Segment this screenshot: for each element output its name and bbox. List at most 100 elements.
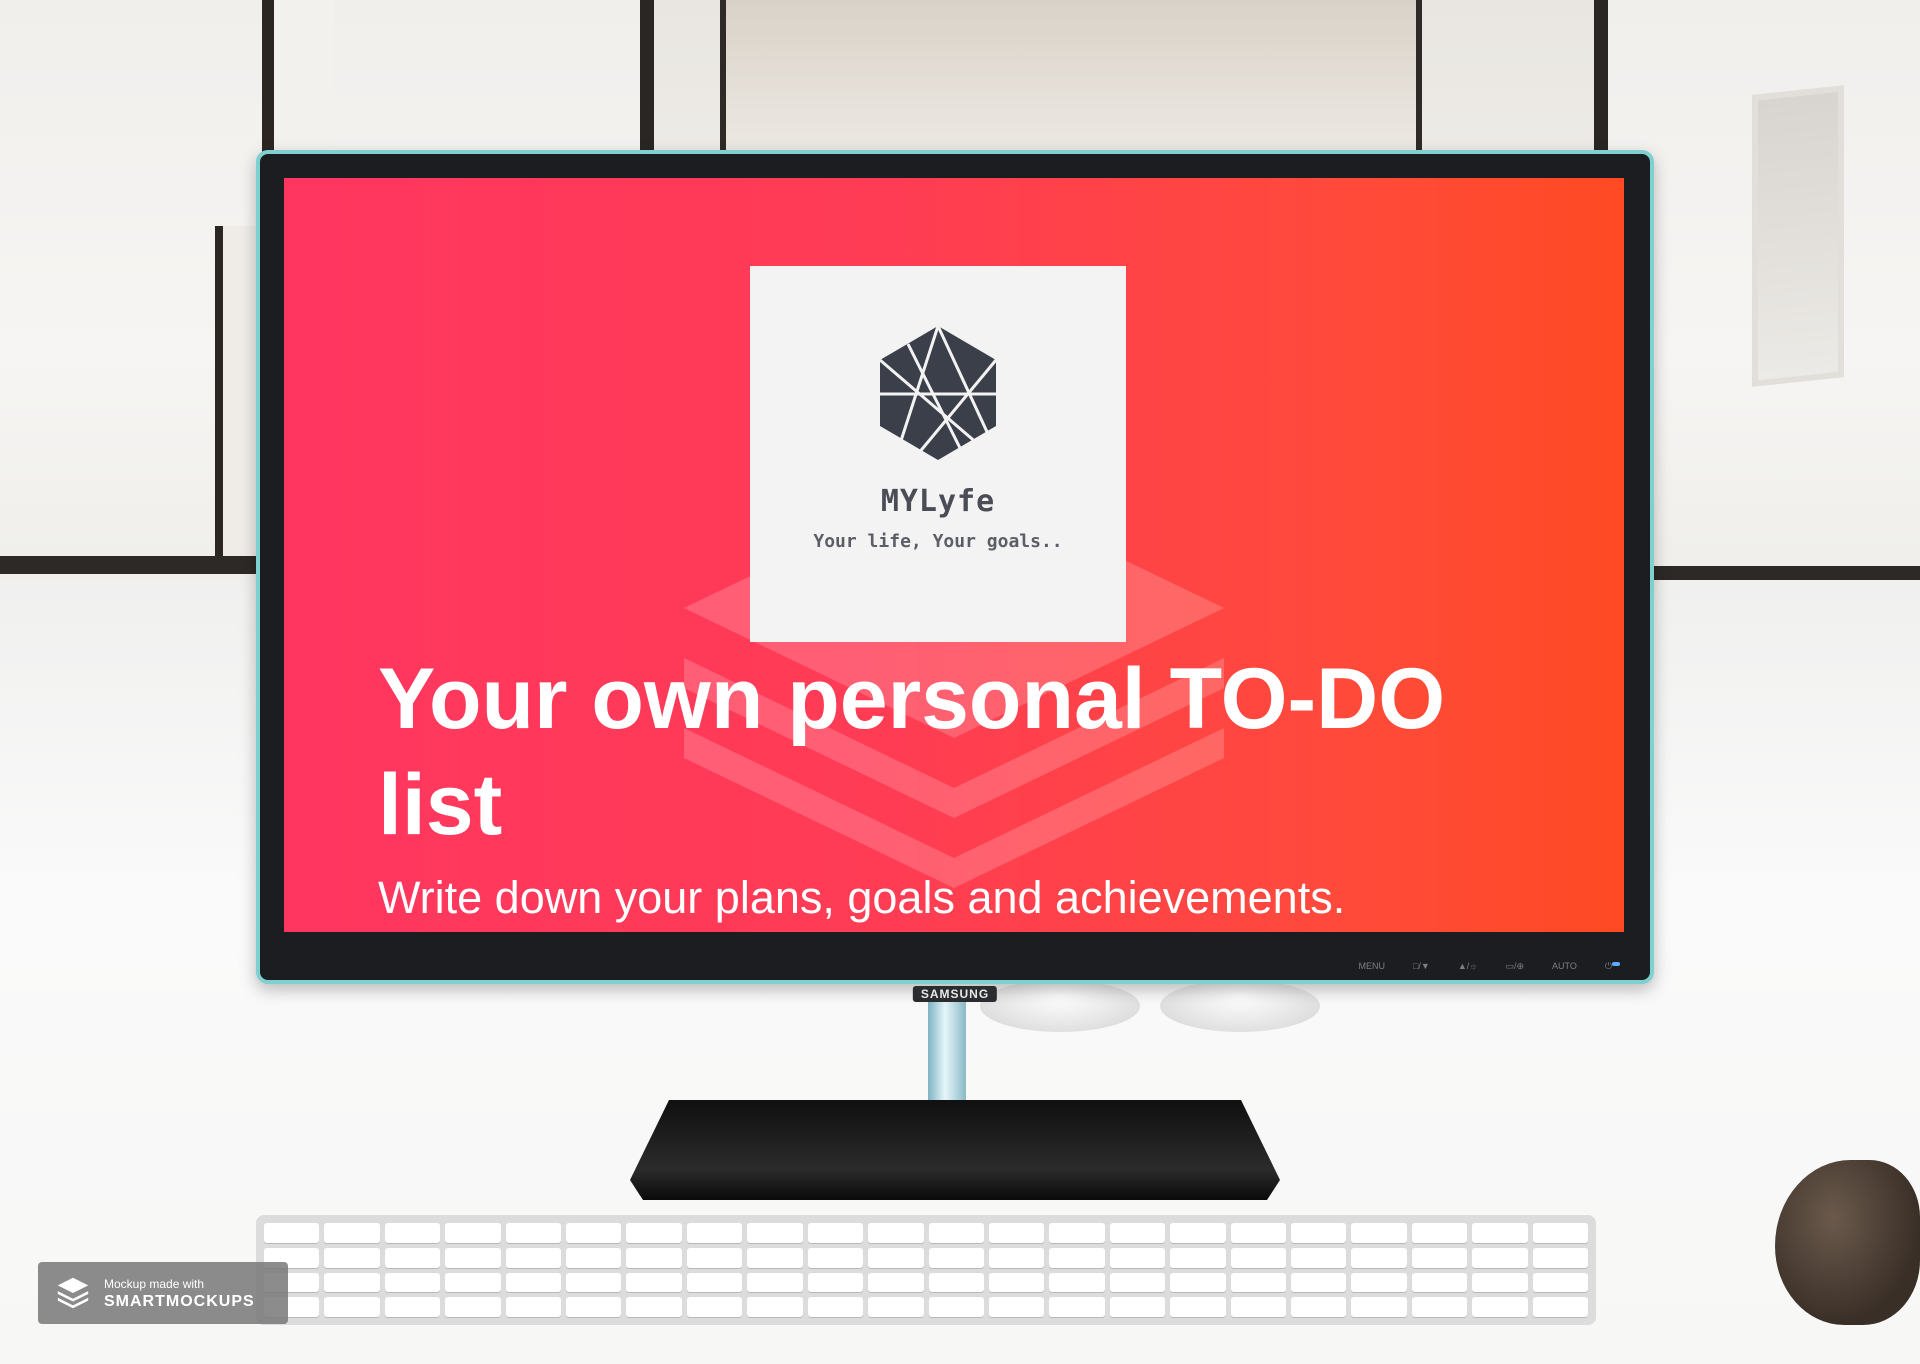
layers-icon	[57, 1277, 89, 1309]
keyboard-key	[868, 1297, 924, 1317]
keyboard-key	[1472, 1223, 1528, 1243]
shelf-left	[0, 556, 290, 574]
keyboard-key	[1411, 1297, 1468, 1317]
keyboard-key	[1290, 1223, 1347, 1243]
keyboard-key	[1532, 1247, 1588, 1268]
keyboard-key	[868, 1272, 924, 1293]
keyboard-key	[1290, 1247, 1347, 1268]
monitor-screen: MYLyfe Your life, Your goals.. Your own …	[284, 178, 1624, 932]
speaker-right	[1160, 980, 1320, 1032]
keyboard-key	[686, 1297, 743, 1317]
keyboard-key	[868, 1223, 924, 1243]
keyboard-key	[988, 1223, 1045, 1243]
hero-subline: Write down your plans, goals and achieve…	[378, 872, 1346, 923]
keyboard-key	[928, 1223, 984, 1243]
keyboard-key	[1411, 1247, 1468, 1268]
keyboard-key	[1230, 1223, 1286, 1243]
keyboard-key	[1170, 1247, 1226, 1268]
keyboard-key	[747, 1297, 803, 1317]
monitor-control-auto[interactable]: AUTO	[1552, 961, 1577, 972]
keyboard-key	[1351, 1223, 1407, 1243]
keyboard-key	[566, 1272, 622, 1293]
keyboard-key	[928, 1247, 984, 1268]
monitor-controls: MENU □/▼ ▲/☼ ▭/⊕ AUTO ⏻	[1358, 961, 1612, 972]
keyboard-key	[566, 1223, 622, 1243]
keyboard-key	[807, 1297, 864, 1317]
keyboard-key	[747, 1247, 803, 1268]
keyboard-key	[1532, 1297, 1588, 1317]
speaker-left	[980, 980, 1140, 1032]
keyboard-key	[988, 1272, 1045, 1293]
keyboard-key	[264, 1223, 320, 1243]
keyboard-key	[1170, 1297, 1226, 1317]
monitor-stand-base	[630, 1100, 1280, 1200]
keyboard-key	[1109, 1272, 1166, 1293]
monitor-control-power[interactable]: ⏻	[1605, 961, 1612, 972]
keyboard-key	[807, 1223, 864, 1243]
keyboard-key	[807, 1247, 864, 1268]
keyboard-key	[566, 1247, 622, 1268]
keyboard-key	[988, 1247, 1045, 1268]
keyboard-key	[1230, 1247, 1286, 1268]
keyboard-key	[988, 1297, 1045, 1317]
monitor-control-menu[interactable]: MENU	[1358, 961, 1385, 972]
keyboard-key	[1109, 1247, 1166, 1268]
keyboard-key	[1472, 1247, 1528, 1268]
door	[720, 0, 1422, 156]
monitor-control-input[interactable]: ▭/⊕	[1505, 961, 1524, 972]
keyboard-key	[445, 1247, 501, 1268]
keyboard-key	[505, 1297, 562, 1317]
keyboard-key	[626, 1297, 682, 1317]
keyboard-key	[626, 1223, 682, 1243]
hero-headline: Your own personal TO-DO list	[378, 651, 1446, 853]
keyboard-key	[1170, 1223, 1226, 1243]
monitor-control-source[interactable]: □/▼	[1413, 961, 1430, 972]
keyboard-key	[1049, 1297, 1105, 1317]
keyboard-key	[324, 1297, 380, 1317]
keyboard-key	[1049, 1247, 1105, 1268]
power-led	[1612, 962, 1620, 966]
keyboard-key	[686, 1272, 743, 1293]
keyboard-key	[445, 1223, 501, 1243]
keyboard-key	[566, 1297, 622, 1317]
keyboard-key	[445, 1297, 501, 1317]
keyboard-key	[626, 1247, 682, 1268]
brand-name: MYLyfe	[880, 484, 996, 519]
badge-text: Mockup made with SMARTMOCKUPS	[104, 1275, 255, 1311]
keyboard	[256, 1215, 1596, 1325]
keyboard-key	[505, 1223, 562, 1243]
keyboard-key	[324, 1223, 380, 1243]
keyboard-key	[445, 1272, 501, 1293]
keyboard-key	[1351, 1247, 1407, 1268]
keyboard-key	[1351, 1297, 1407, 1317]
monitor-brand-logo: SAMSUNG	[912, 986, 998, 1002]
keyboard-key	[1472, 1297, 1528, 1317]
keyboard-key	[505, 1247, 562, 1268]
keyboard-key	[1109, 1297, 1166, 1317]
brand-tagline: Your life, Your goals..	[813, 531, 1063, 552]
keyboard-key	[747, 1223, 803, 1243]
keyboard-key	[807, 1272, 864, 1293]
hexagon-logo-icon	[879, 325, 998, 460]
badge-line2: SMARTMOCKUPS	[104, 1293, 255, 1310]
monitor-control-brightness[interactable]: ▲/☼	[1458, 961, 1478, 972]
keyboard-key	[384, 1297, 441, 1317]
logo-card[interactable]: MYLyfe Your life, Your goals..	[750, 266, 1126, 642]
badge-line1: Mockup made with	[104, 1277, 205, 1291]
keyboard-key	[928, 1272, 984, 1293]
smartmockups-badge[interactable]: Mockup made with SMARTMOCKUPS	[38, 1262, 288, 1324]
keyboard-key	[1532, 1272, 1588, 1293]
keyboard-key	[1290, 1272, 1347, 1293]
keyboard-key	[1532, 1223, 1588, 1243]
keyboard-key	[1049, 1223, 1105, 1243]
monitor-bezel: MENU □/▼ ▲/☼ ▭/⊕ AUTO ⏻	[260, 940, 1650, 980]
keyboard-key	[384, 1247, 441, 1268]
keyboard-key	[1411, 1223, 1468, 1243]
keyboard-key	[1290, 1297, 1347, 1317]
keyboard-key	[686, 1223, 743, 1243]
keyboard-key	[686, 1247, 743, 1268]
keyboard-key	[1230, 1272, 1286, 1293]
keyboard-key	[1351, 1272, 1407, 1293]
keyboard-key	[324, 1247, 380, 1268]
monitor: MYLyfe Your life, Your goals.. Your own …	[256, 150, 1654, 1002]
